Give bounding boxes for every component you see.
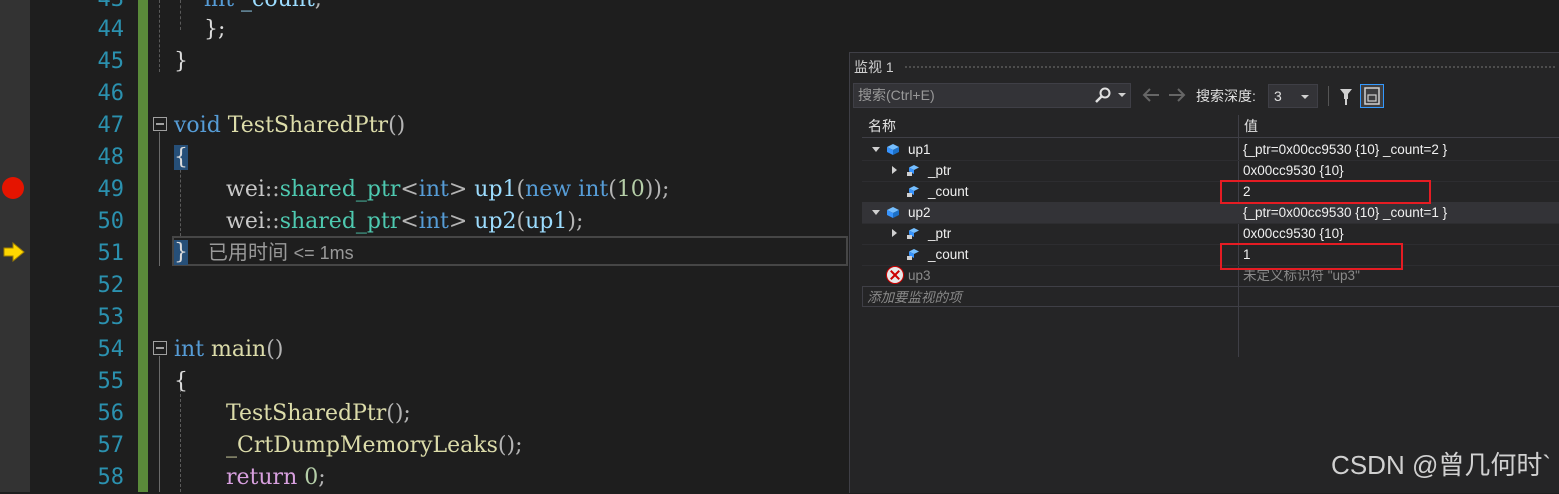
line-number: 56 (97, 401, 125, 426)
search-depth-select[interactable]: 3 (1268, 84, 1318, 108)
line-number: 46 (97, 81, 125, 106)
code-line: TestSharedPtr(); (226, 401, 411, 426)
function-signature: void TestSharedPtr() (174, 113, 406, 138)
hex-display-button[interactable] (1360, 84, 1384, 108)
search-icon[interactable] (1094, 87, 1112, 103)
code-line: }; (204, 17, 226, 42)
line-number: 54 (97, 337, 125, 362)
private-field-icon (907, 228, 919, 239)
private-field-icon (907, 249, 919, 260)
watch-value[interactable]: 0x00cc9530 {10} (1243, 160, 1344, 181)
forward-arrow-icon[interactable] (1168, 88, 1186, 102)
collapse-triangle-icon[interactable] (872, 147, 880, 152)
private-field-icon (907, 165, 919, 176)
watch-name: _ptr (928, 163, 952, 178)
indent-guide (180, 384, 181, 492)
code-line: } (174, 49, 188, 74)
watermark: CSDN @曾几何时` (1331, 450, 1551, 480)
watch-value[interactable]: 0x00cc9530 {10} (1243, 223, 1344, 244)
add-watch-row[interactable]: 添加要监视的项 (862, 286, 1559, 307)
watch-row[interactable]: up1 {_ptr=0x00cc9530 {10} _count=2 } (862, 139, 1559, 161)
watch-row[interactable]: _ptr 0x00cc9530 {10} (862, 223, 1559, 245)
change-tracking-bar (138, 0, 148, 492)
watch-name: _count (928, 247, 969, 262)
collapse-triangle-icon[interactable] (872, 210, 880, 215)
object-icon (887, 144, 899, 155)
fold-toggle-icon[interactable] (153, 117, 167, 131)
object-icon (887, 207, 899, 218)
error-icon (886, 266, 904, 284)
highlight-box (1220, 243, 1403, 270)
code-line: { (174, 145, 188, 170)
column-header-value[interactable]: 值 (1244, 115, 1258, 137)
code-line: return 0; (226, 465, 326, 490)
code-line: wei::shared_ptr<int> up2(up1); (226, 209, 584, 234)
fold-toggle-icon[interactable] (153, 341, 167, 355)
title-grip (904, 65, 1556, 69)
breakpoint-icon[interactable] (2, 177, 24, 199)
chevron-down-icon (1301, 95, 1309, 99)
expand-triangle-icon[interactable] (892, 229, 897, 237)
watch-row[interactable]: _count 1 (862, 244, 1559, 266)
search-depth-value: 3 (1274, 88, 1282, 104)
column-header-name[interactable]: 名称 (868, 115, 896, 137)
code-line: wei::shared_ptr<int> up1(new int(10)); (226, 177, 670, 202)
watch-value[interactable]: {_ptr=0x00cc9530 {10} _count=1 } (1243, 202, 1447, 223)
code-line: { (174, 369, 188, 394)
watch-row[interactable]: _ptr 0x00cc9530 {10} (862, 160, 1559, 182)
watch-row[interactable]: up2 {_ptr=0x00cc9530 {10} _count=1 } (862, 202, 1559, 224)
function-signature: int main() (174, 337, 284, 362)
indent-guide (159, 0, 160, 72)
watch-row[interactable]: _count 2 (862, 181, 1559, 203)
line-number: 47 (97, 113, 125, 138)
search-depth-label: 搜索深度: (1196, 88, 1256, 104)
expand-triangle-icon[interactable] (892, 166, 897, 174)
watch-row[interactable]: up3 未定义标识符 "up3" (862, 265, 1559, 287)
pin-icon[interactable] (1336, 86, 1356, 106)
line-number-margin: 43 44 45 46 47 48 49 50 51 52 53 54 55 5… (30, 0, 138, 492)
line-number: 45 (97, 49, 125, 74)
fold-guide (159, 356, 160, 492)
watch-value[interactable]: {_ptr=0x00cc9530 {10} _count=2 } (1243, 139, 1447, 160)
line-number: 50 (97, 209, 125, 234)
watch-toolbar: 搜索(Ctrl+E) 搜索深度: 3 (850, 82, 1559, 111)
add-watch-placeholder[interactable]: 添加要监视的项 (867, 287, 962, 308)
line-number: 57 (97, 433, 125, 458)
indent-guide (180, 0, 181, 30)
current-statement-arrow-icon (3, 242, 25, 262)
line-number: 58 (97, 465, 125, 490)
private-field-icon (907, 186, 919, 197)
search-placeholder: 搜索(Ctrl+E) (858, 87, 935, 103)
line-number: 51 (97, 241, 125, 266)
perf-tip[interactable]: 已用时间 <= 1ms (208, 238, 354, 268)
watch-name: up2 (908, 205, 931, 220)
line-number: 49 (97, 177, 125, 202)
code-line: } (174, 240, 188, 265)
watch-header: 名称 值 (862, 115, 1559, 138)
search-options-dropdown-icon[interactable] (1118, 93, 1126, 97)
hex-icon (1364, 87, 1380, 105)
watch-title: 监视 1 (854, 59, 894, 75)
toolbar-separator (1328, 86, 1329, 106)
code-line: _CrtDumpMemoryLeaks(); (226, 433, 523, 458)
line-number: 55 (97, 369, 125, 394)
code-editor[interactable]: int _count; }; } void TestSharedPtr() { … (150, 0, 850, 492)
back-arrow-icon[interactable] (1142, 88, 1160, 102)
line-number: 44 (97, 17, 125, 42)
line-number: 53 (97, 305, 125, 330)
watch-name: up3 (908, 268, 931, 283)
search-input[interactable]: 搜索(Ctrl+E) (853, 83, 1131, 108)
watch-title-bar[interactable]: 监视 1 (850, 53, 1559, 81)
watch-name: up1 (908, 142, 931, 157)
watch-window[interactable]: 监视 1 搜索(Ctrl+E) 搜索深度: 3 名称 值 up1 {_ptr=0… (849, 52, 1559, 493)
line-number: 48 (97, 145, 125, 170)
watch-name: _ptr (928, 226, 952, 241)
highlight-box (1220, 180, 1431, 204)
fold-guide (159, 132, 160, 266)
watch-name: _count (928, 184, 969, 199)
line-number: 52 (97, 273, 125, 298)
